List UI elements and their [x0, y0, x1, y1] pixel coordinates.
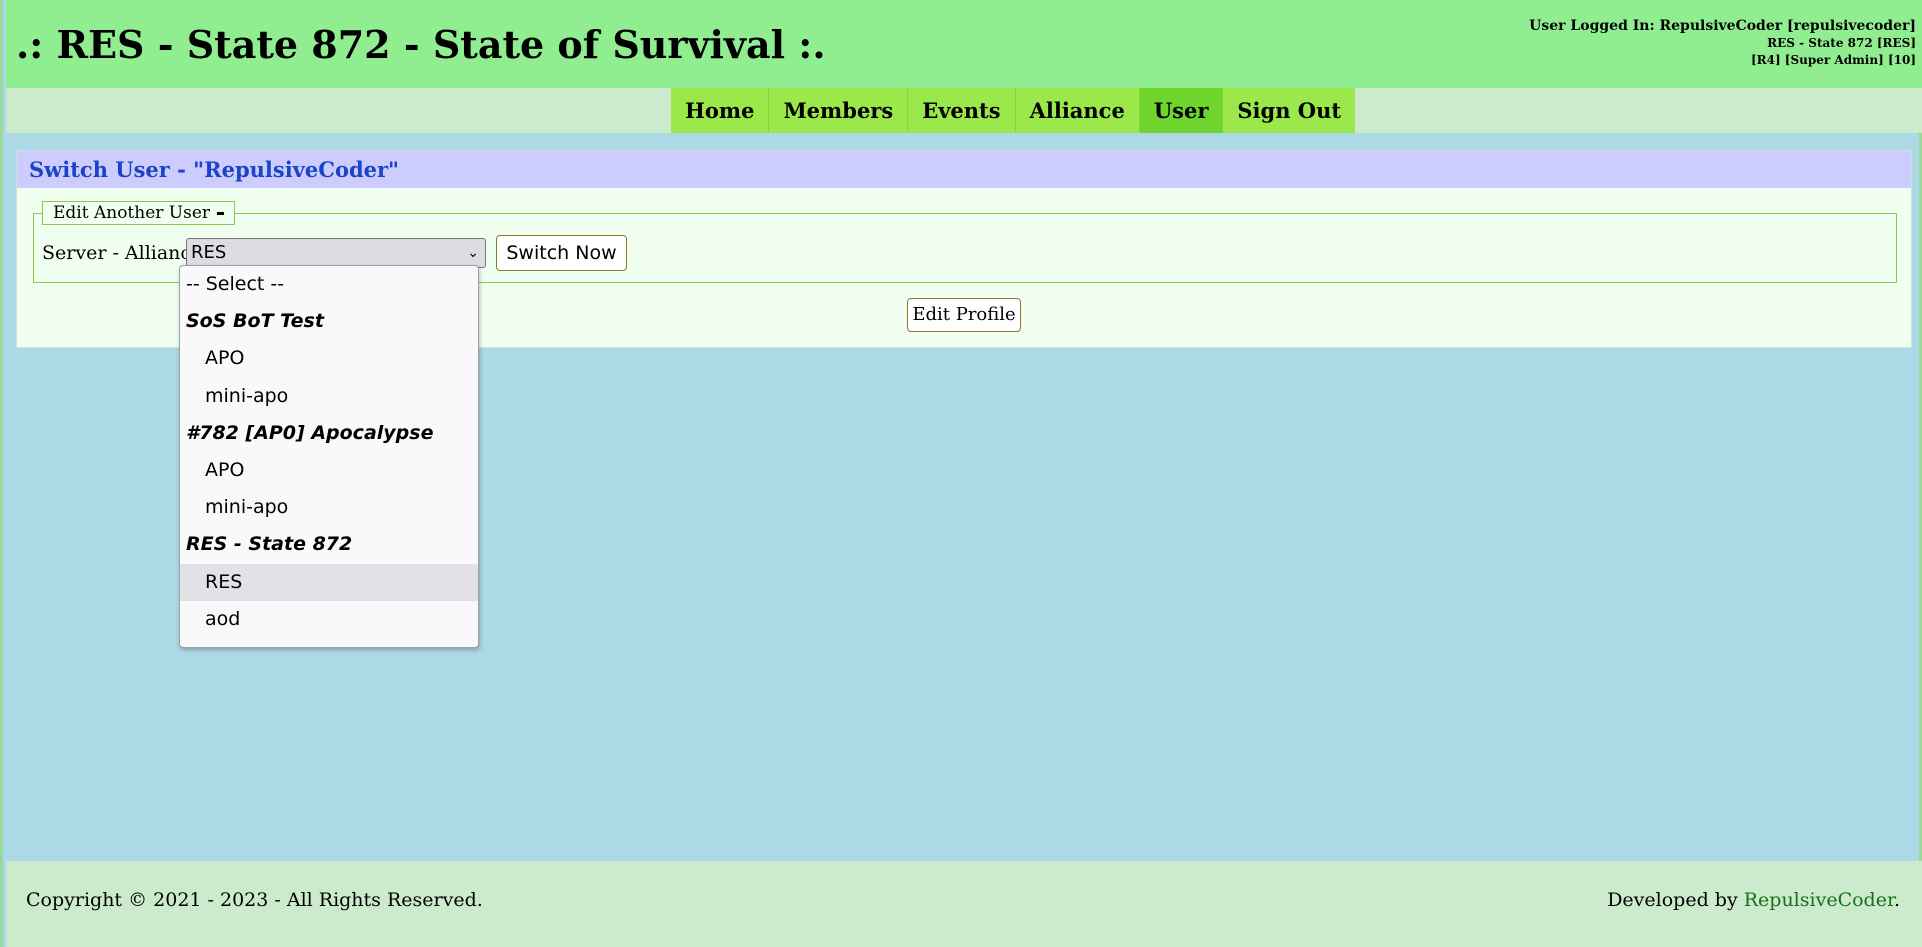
nav-events[interactable]: Events: [908, 88, 1016, 133]
nav-alliance[interactable]: Alliance: [1015, 88, 1140, 133]
edit-profile-button[interactable]: Edit Profile: [907, 298, 1021, 332]
nav-user[interactable]: User: [1139, 88, 1224, 133]
server-alliance-select[interactable]: RES ⌄: [186, 238, 486, 268]
developed-by-text: Developed by: [1607, 889, 1744, 911]
developer-link[interactable]: RepulsiveCoder: [1744, 889, 1894, 911]
site-title: .: RES - State 872 - State of Survival :…: [16, 22, 826, 67]
dropdown-option[interactable]: APO: [180, 340, 478, 377]
nav-list: Home Members Events Alliance User Sign O…: [671, 88, 1356, 133]
legend-label: Edit Another User: [53, 203, 211, 223]
user-roles: [R4] [Super Admin] [10]: [1750, 53, 1916, 67]
dropdown-option[interactable]: mini-apo: [180, 378, 478, 415]
select-value: RES: [191, 242, 227, 263]
dropdown-option[interactable]: aod: [180, 601, 478, 638]
collapse-icon[interactable]: [217, 212, 225, 215]
user-logged-in: User Logged In: RepulsiveCoder [repulsiv…: [1529, 18, 1916, 34]
copyright-text: Copyright © 2021 - 2023 - All Rights Res…: [26, 889, 483, 911]
server-alliance-label: Server - Alliance: [42, 242, 203, 264]
site-header: .: RES - State 872 - State of Survival :…: [6, 0, 1922, 88]
dropdown-option-selected[interactable]: RES: [180, 563, 478, 601]
nav-sign-out[interactable]: Sign Out: [1223, 88, 1356, 133]
credit-suffix: .: [1893, 889, 1900, 911]
nav-members[interactable]: Members: [769, 88, 909, 133]
fieldset-legend[interactable]: Edit Another User: [42, 201, 236, 225]
server-alliance-dropdown: -- Select -- SoS BoT Test APO mini-apo #…: [179, 265, 479, 648]
dropdown-group-label: SoS BoT Test: [186, 310, 324, 333]
dropdown-group-label: RES - State 872: [186, 533, 353, 556]
dropdown-group-label: #782 [AP0] Apocalypse: [186, 421, 434, 444]
user-info: User Logged In: RepulsiveCoder [repulsiv…: [1529, 18, 1916, 69]
switch-now-button[interactable]: Switch Now: [496, 235, 627, 271]
dropdown-option-placeholder[interactable]: -- Select --: [180, 266, 478, 303]
navbar: Home Members Events Alliance User Sign O…: [6, 88, 1922, 133]
dropdown-option[interactable]: mini-apo: [180, 489, 478, 526]
panel-title: Switch User - "RepulsiveCoder": [17, 151, 1911, 188]
nav-home[interactable]: Home: [671, 88, 770, 133]
dropdown-option[interactable]: APO: [180, 452, 478, 489]
site-footer: Copyright © 2021 - 2023 - All Rights Res…: [6, 861, 1922, 947]
user-alliance: RES - State 872 [RES]: [1767, 36, 1916, 50]
chevron-down-icon: ⌄: [467, 245, 479, 261]
developer-credit: Developed by RepulsiveCoder.: [1607, 889, 1900, 911]
